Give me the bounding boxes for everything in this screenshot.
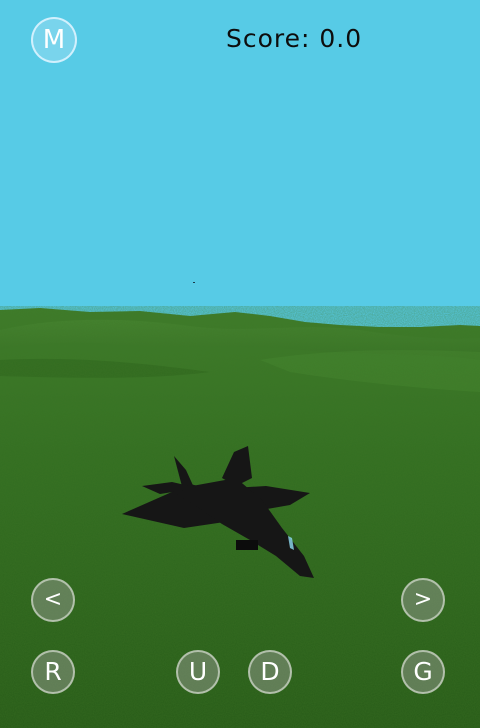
turn-right-button[interactable]: > bbox=[401, 578, 445, 622]
score-label: Score: bbox=[226, 24, 311, 53]
distant-object bbox=[193, 282, 195, 283]
fire-gun-button[interactable]: G bbox=[401, 650, 445, 694]
game-viewport[interactable]: M Score: 0.0 < > R U D G bbox=[0, 0, 480, 728]
pitch-down-button[interactable]: D bbox=[248, 650, 292, 694]
score-value: 0.0 bbox=[319, 24, 363, 53]
score-display: Score: 0.0 bbox=[226, 24, 362, 53]
turn-left-button[interactable]: < bbox=[31, 578, 75, 622]
pitch-up-button[interactable]: U bbox=[176, 650, 220, 694]
reset-button[interactable]: R bbox=[31, 650, 75, 694]
menu-button[interactable]: M bbox=[31, 17, 77, 63]
game-scene bbox=[0, 0, 480, 728]
